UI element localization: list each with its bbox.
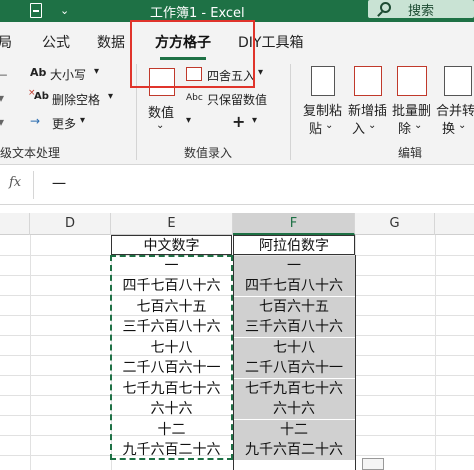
number-dropdown-icon[interactable]: ▾ <box>186 115 191 126</box>
column-header-g[interactable]: G <box>355 213 435 235</box>
column-header-e[interactable]: E <box>111 213 233 235</box>
table-cell-f[interactable]: 七百六十五 <box>233 297 355 317</box>
insert-line2: 入 <box>352 122 366 137</box>
clipboard-icon <box>311 66 335 96</box>
fx-icon[interactable]: fx <box>9 175 21 190</box>
copy-marquee <box>110 255 233 460</box>
window-title: 工作簿1 - Excel <box>150 6 245 21</box>
formula-separator <box>33 171 34 199</box>
batch-delete-button[interactable]: 批量删 <box>392 100 431 119</box>
copy-paste-button[interactable]: 复制粘 <box>303 100 342 119</box>
title-bar: ⌄ 工作簿1 - Excel 搜索 <box>0 0 474 22</box>
quick-access-dropdown-icon[interactable]: ⌄ <box>60 4 69 17</box>
value-button[interactable]: 数值 <box>148 102 174 121</box>
more-arrow-icon: → <box>30 114 41 128</box>
left-edge-glyph-2: ▾ <box>0 91 5 105</box>
table-border <box>355 255 356 470</box>
insert-dropdown-icon[interactable]: ⌄ <box>368 120 376 131</box>
left-edge-glyph-3: ▾ <box>0 115 5 129</box>
batch-delete-dropdown-icon[interactable]: ⌄ <box>414 120 422 131</box>
corner-spacer <box>0 213 30 235</box>
delete-spaces-button[interactable]: 删除空格 <box>52 91 100 108</box>
change-case-dropdown-icon[interactable]: ▾ <box>94 66 99 77</box>
batch-delete-icon <box>397 66 427 96</box>
plus-dropdown-icon[interactable]: ▾ <box>252 115 257 126</box>
number-group-label: 数值录入 <box>184 146 233 160</box>
round-dropdown-icon[interactable]: ▾ <box>258 67 263 78</box>
text-group-label: 级文本处理 <box>0 146 61 160</box>
tab-data[interactable]: 数据 <box>97 32 125 52</box>
merge-button[interactable]: 合并转 <box>436 100 474 119</box>
formula-bar: fx 一 <box>0 165 474 205</box>
column-headers: D E F G <box>0 213 474 235</box>
keep-values-button[interactable]: 只保留数值 <box>207 91 267 108</box>
formula-input[interactable]: 一 <box>52 174 66 194</box>
case-icon: Ab <box>30 66 47 79</box>
tab-formulas[interactable]: 公式 <box>42 32 70 52</box>
search-icon <box>380 2 391 13</box>
header-arabic-numbers[interactable]: 阿拉伯数字 <box>233 235 355 255</box>
insert-button[interactable]: 新增插 <box>348 100 387 119</box>
file-icon[interactable] <box>30 3 42 18</box>
table-cell-f[interactable]: 六十六 <box>233 399 355 419</box>
table-cell-f[interactable]: 一 <box>233 256 355 276</box>
annotation-highlight-box <box>130 20 255 88</box>
table-border <box>233 255 234 470</box>
more-dropdown-icon[interactable]: ▾ <box>80 115 85 126</box>
table-cell-f[interactable]: 四千七百八十六 <box>233 276 355 296</box>
table-cell-f[interactable]: 九千六百二十六 <box>233 440 355 460</box>
copy-paste-dropdown-icon[interactable]: ⌄ <box>325 120 333 131</box>
plus-icon[interactable]: + <box>232 112 245 131</box>
batch-delete-line2: 除 <box>398 122 412 137</box>
search-label: 搜索 <box>408 4 435 19</box>
ab-icon: Ab <box>34 91 49 102</box>
separator <box>290 64 291 160</box>
table-cell-f[interactable]: 三千六百八十六 <box>233 317 355 337</box>
delete-spaces-dropdown-icon[interactable]: ▾ <box>108 91 113 102</box>
table-cell-f[interactable]: 十二 <box>233 420 355 440</box>
search-box[interactable]: 搜索 <box>368 0 474 19</box>
header-chinese-numbers[interactable]: 中文数字 <box>111 235 232 255</box>
table-cell-f[interactable]: 七千九百七十六 <box>233 379 355 399</box>
edit-group-label: 编辑 <box>398 146 423 160</box>
value-dropdown-icon[interactable]: ⌄ <box>156 120 164 131</box>
abc-icon: Abc <box>186 93 203 103</box>
merge-line2: 换 <box>442 122 456 137</box>
merge-dropdown-icon[interactable]: ⌄ <box>458 120 466 131</box>
paste-options-icon[interactable] <box>362 458 384 470</box>
column-header-d[interactable]: D <box>30 213 111 235</box>
table-cell-f[interactable]: 七十八 <box>233 338 355 358</box>
table-cell-f[interactable]: 二千八百六十一 <box>233 358 355 378</box>
column-header-h[interactable] <box>435 213 474 235</box>
change-case-button[interactable]: 大小写 <box>50 66 86 83</box>
left-edge-glyph: − <box>0 68 9 82</box>
tab-layout[interactable]: 局 <box>0 32 12 52</box>
merge-icon <box>444 66 472 96</box>
insert-icon <box>354 66 382 96</box>
column-header-f[interactable]: F <box>233 213 355 235</box>
more-button[interactable]: 更多 <box>52 115 76 132</box>
copy-paste-line2: 贴 <box>309 122 323 137</box>
